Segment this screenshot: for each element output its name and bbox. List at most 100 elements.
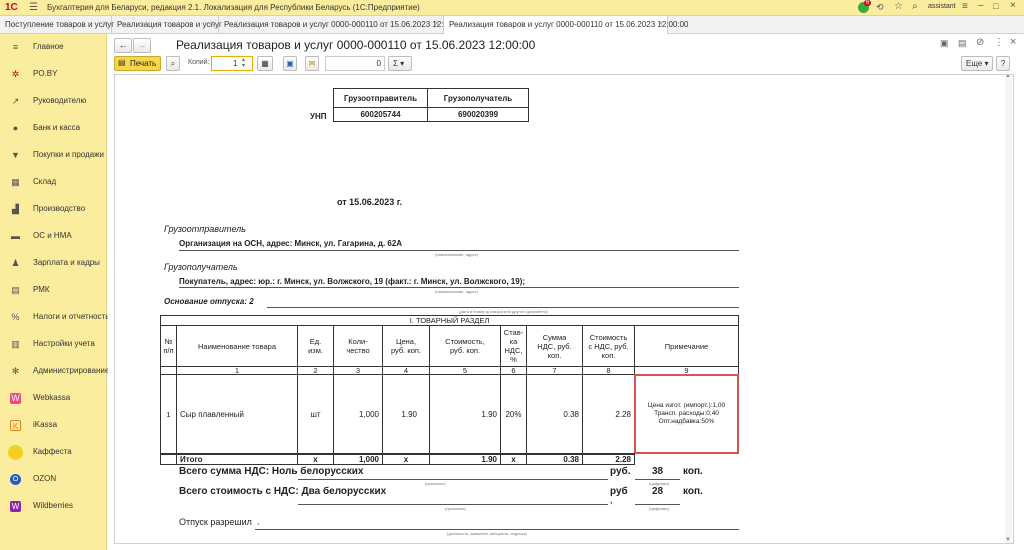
sidebar-item-poby[interactable]: ✲ PO.BY [0,61,107,88]
stepper-icon[interactable]: ▴ ▾ [242,57,245,69]
tab-close-icon[interactable]: × [102,19,107,28]
copies-label: Копий: [188,59,210,66]
print-button[interactable]: ▤ Печать [114,56,161,71]
more-button[interactable]: Еще ▾ [961,56,993,71]
sidebar-item-ikassa[interactable]: KiKassa [0,412,107,439]
star-icon: ✲ [11,69,20,79]
tab-close-icon[interactable]: × [658,19,663,28]
link-icon[interactable]: ⊘ [976,37,984,48]
sum-field[interactable]: 0 [325,56,385,71]
scroll-up-icon[interactable]: ▲ [1005,75,1011,79]
title-bar: 1С ☰ Бухгалтерия для Беларуси, редакция … [0,0,1024,16]
sidebar-item-webkassa[interactable]: W Webkassa [0,385,107,412]
tab-close-icon[interactable]: × [434,19,439,28]
menu-icon[interactable]: ☰ [29,2,38,13]
tab-label: Поступление товаров и услуг [5,20,115,29]
shipper-label: Грузоотправитель [164,224,246,234]
list-icon: ▥ [11,339,20,349]
copies-input[interactable]: 1 ▴ ▾ [211,56,253,71]
vat-sum-rub: руб. [610,466,631,477]
sidebar: ≡ Главное ✲ PO.BY ↗ Руководителю ● Банк и ка… [0,34,110,550]
user-name[interactable]: assistant [928,3,956,10]
row-unit: шт [297,374,334,454]
sum-value: 0 [376,59,381,68]
shipper-value: Организация на ОСН, адрес: Минск, ул. Га… [179,239,403,248]
sidebar-item-label: Зарплата и кадры [33,258,100,267]
release-label: Отпуск разрешил [179,517,252,527]
email-button[interactable]: ✉ [305,56,319,71]
sidebar-item-purchases[interactable]: ▼ Покупки и продажи [0,142,107,169]
note-line: Цена изгот. (импорт.):1,00 [647,402,726,409]
sidebar-item-manager[interactable]: ↗ Руководителю [0,88,107,115]
maximize-icon[interactable]: □ [993,1,998,11]
help-button[interactable]: ? [996,56,1010,71]
tabs-bar: Поступление товаров и услуг × Реализация … [0,16,1024,34]
sidebar-item-settings[interactable]: ▥ Настройки учета [0,331,107,358]
sidebar-item-label: Каффеста [33,447,72,456]
divider [635,504,680,505]
forward-button[interactable]: → [133,38,151,53]
save-doc-icon[interactable]: ▣ [940,38,949,49]
warehouse-icon: ▦ [11,177,20,187]
close-icon[interactable]: × [1010,0,1016,11]
scroll-down-icon[interactable]: ▼ [1005,537,1011,543]
itogo-blank [160,453,177,465]
sidebar-item-wildberries[interactable]: W Wildberries [0,493,107,520]
sidebar-item-ozon[interactable]: O OZON [0,466,107,493]
sidebar-item-admin[interactable]: ✻ Администрирование [0,358,110,385]
sidebar-item-pos[interactable]: ▤ РМК [0,277,107,304]
sidebar-item-warehouse[interactable]: ▦ Склад [0,169,107,196]
unp-label: УНП [310,112,327,121]
sidebar-item-assets[interactable]: ▬ ОС и НМА [0,223,107,250]
total-sum-note-digits: (цифрами) [649,506,669,511]
release-note: (должность, фамилия, инициалы, подпись) [447,531,528,536]
sidebar-item-label: Webkassa [33,393,71,402]
tab-sales-print[interactable]: Реализация товаров и услуг 0000-000110 о… [444,16,689,34]
sidebar-item-salary[interactable]: ♟ Зарплата и кадры [0,250,107,277]
divider [255,529,739,530]
scrollbar[interactable]: ▲ ▼ [1005,75,1012,543]
sidebar-item-bank[interactable]: ● Банк и касса [0,115,107,142]
settings-icon[interactable]: ≡ [962,1,968,12]
print-doc-icon[interactable]: ▤ [958,38,967,49]
tab-sales-doc[interactable]: Реализация товаров и услуг 0000-000110 о… [219,16,464,34]
notifications-badge: 6 [864,0,872,6]
sidebar-item-label: Настройки учета [33,339,95,348]
person-icon: ♟ [11,258,20,268]
note-line: Опт.надбавка:50% [658,418,715,425]
minimize-icon[interactable]: – [978,0,984,11]
row-rate: 20% [500,374,527,454]
tab-label: Реализация товаров и услуг [117,20,222,29]
tab-close-icon[interactable]: × [209,19,214,28]
wildberries-icon: W [10,501,21,512]
close-doc-icon[interactable]: × [1010,36,1016,48]
main-area: ← → Реализация товаров и услуг 0000-0001… [108,34,1024,550]
sidebar-item-kaffesta[interactable]: Каффеста [0,439,107,466]
car-icon: ▬ [11,231,20,241]
vat-sum-kop: коп. [683,466,703,477]
tab-sales-list[interactable]: Реализация товаров и услуг × [112,16,222,34]
sidebar-item-production[interactable]: ▟ Производство [0,196,107,223]
consignee-value: Покупатель, адрес: юр.: г. Минск, ул. Во… [179,277,526,286]
history-icon[interactable]: ⟲ [876,2,884,13]
webkassa-icon: W [10,393,21,404]
row-total: 2.28 [582,374,635,454]
col-header-note: Примечание [634,325,739,367]
search-icon[interactable]: ⌕ [912,1,918,12]
factory-icon: ▟ [12,204,19,214]
more-vert-icon[interactable]: ⋮ [994,37,1004,48]
tab-receipt[interactable]: Поступление товаров и услуг × [0,16,115,34]
settings-print-button[interactable]: ▦ [257,56,273,71]
sidebar-item-main[interactable]: ≡ Главное [0,34,107,61]
preview-button[interactable]: ⌕ [166,56,180,71]
print-form[interactable]: УНП Грузоотправитель Грузополучатель 600… [114,74,1014,544]
back-button[interactable]: ← [114,38,132,53]
itogo-label: Итого [176,453,298,465]
total-sum-rub: руб [610,486,628,497]
total-sum-note-words: (прописью) [445,506,466,511]
save-button[interactable]: ▣ [283,56,297,71]
row-note[interactable]: Цена изгот. (импорт.):1,00 Трансп. расхо… [634,374,739,454]
favorites-icon[interactable]: ☆ [894,1,903,12]
sigma-button[interactable]: Σ ▾ [388,56,412,71]
sidebar-item-taxes[interactable]: % Налоги и отчетность [0,304,109,331]
